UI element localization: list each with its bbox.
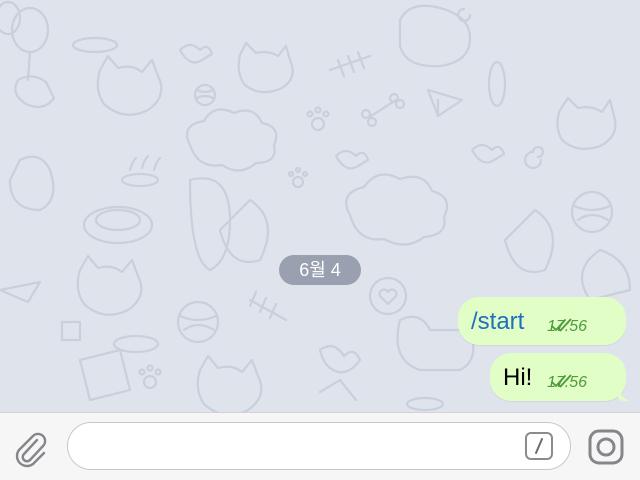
message-meta: 17:56 — [547, 374, 587, 392]
slash-command-icon[interactable] — [525, 432, 553, 460]
slash-glyph — [535, 438, 543, 454]
outgoing-message-bubble[interactable]: /start 17:56 — [458, 297, 626, 345]
message-input-bar — [0, 412, 640, 480]
doodle-wallpaper — [0, 0, 632, 412]
bot-command-link[interactable]: /start — [471, 308, 524, 336]
message-field[interactable] — [67, 422, 571, 470]
chat-background: 6월 4 /start 17:56 Hi! 17:56 — [0, 0, 640, 412]
outgoing-message-bubble[interactable]: Hi! 17:56 — [490, 353, 626, 401]
double-check-read-icon — [551, 374, 572, 388]
message-input[interactable] — [86, 431, 520, 463]
message-text: Hi! — [503, 364, 533, 391]
camera-icon[interactable] — [586, 427, 626, 467]
double-check-read-icon — [551, 318, 572, 332]
date-separator: 6월 4 — [279, 255, 361, 285]
paperclip-icon[interactable] — [10, 428, 50, 468]
message-meta: 17:56 — [547, 318, 587, 336]
bubble-tail — [618, 386, 630, 402]
